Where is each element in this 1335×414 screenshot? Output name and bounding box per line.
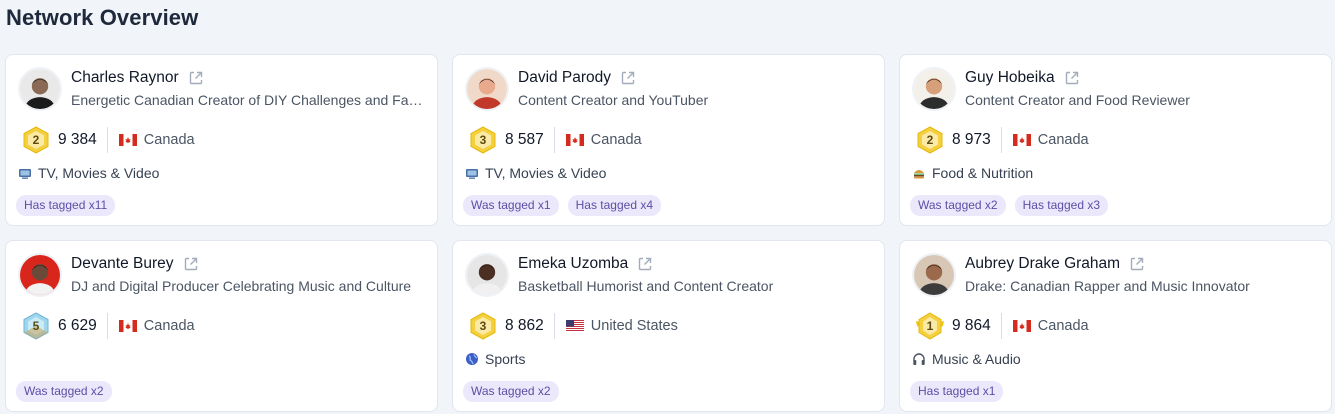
canada-flag: [1012, 320, 1031, 332]
creator-name[interactable]: Charles Raynor: [71, 69, 179, 87]
tag-badge: Has tagged x11: [16, 195, 116, 216]
country-label: Canada: [143, 318, 195, 334]
creator-description: Content Creator and Food Reviewer: [965, 92, 1190, 108]
score-value: 6 629: [58, 313, 108, 339]
tag-list: Was tagged x2: [16, 381, 112, 402]
tag-badge: Was tagged x2: [463, 381, 559, 402]
burger-icon: [912, 166, 926, 180]
page-title: Network Overview: [6, 5, 199, 30]
canada-flag: [1012, 134, 1031, 146]
creator-card[interactable]: David Parody Content Creator and YouTube…: [452, 54, 885, 226]
creator-card[interactable]: Emeka Uzomba Basketball Humorist and Con…: [452, 240, 885, 412]
tag-list: Was tagged x2 Has tagged x3: [910, 195, 1108, 216]
creator-description: Content Creator and YouTuber: [518, 92, 709, 108]
headphones-icon: [912, 352, 926, 366]
creator-name[interactable]: Emeka Uzomba: [518, 255, 628, 273]
gold-hexagon-badge: 3: [467, 125, 499, 155]
score-value: 9 864: [952, 313, 1002, 339]
creator-card[interactable]: Devante Burey DJ and Digital Producer Ce…: [5, 240, 438, 412]
tag-list: Was tagged x2: [463, 381, 559, 402]
gold-hexagon-badge: 2: [914, 125, 946, 155]
stats-row: 2 9 384 Canada: [20, 125, 195, 155]
avatar[interactable]: [465, 253, 509, 297]
country-label: Canada: [590, 132, 642, 148]
stats-row: 5 6 629 Canada: [20, 311, 195, 341]
country-label: United States: [590, 318, 678, 334]
creator-description: DJ and Digital Producer Celebrating Musi…: [71, 278, 412, 294]
us-flag: [565, 320, 584, 332]
gold-hexagon-badge: 2: [20, 125, 52, 155]
avatar[interactable]: [18, 253, 62, 297]
avatar[interactable]: [18, 67, 62, 111]
winged-gold-badge: 1: [914, 311, 946, 341]
score-value: 8 973: [952, 127, 1002, 153]
stats-row: 2 8 973 Canada: [914, 125, 1089, 155]
stats-row: 3 8 862 United States: [467, 311, 678, 341]
tag-badge: Has tagged x1: [910, 381, 1004, 402]
creator-card[interactable]: Guy Hobeika Content Creator and Food Rev…: [899, 54, 1332, 226]
category: TV, Movies & Video: [18, 165, 159, 181]
category-label: Sports: [485, 351, 526, 367]
tag-badge: Has tagged x3: [1014, 195, 1108, 216]
score-value: 8 587: [505, 127, 555, 153]
creator-name[interactable]: Aubrey Drake Graham: [965, 255, 1120, 273]
tag-list: Was tagged x1 Has tagged x4: [463, 195, 661, 216]
gold-hexagon-badge: 3: [467, 311, 499, 341]
globe-icon: [465, 352, 479, 366]
diamond-hexagon-badge: 5: [20, 311, 52, 341]
category: Food & Nutrition: [912, 165, 1033, 181]
tag-badge: Was tagged x2: [16, 381, 112, 402]
tag-badge: Has tagged x4: [567, 195, 661, 216]
external-link-icon[interactable]: [183, 256, 199, 272]
creator-description: Energetic Canadian Creator of DIY Challe…: [71, 92, 431, 108]
external-link-icon[interactable]: [1064, 70, 1080, 86]
country-label: Canada: [1037, 318, 1089, 334]
external-link-icon[interactable]: [188, 70, 204, 86]
category-label: Music & Audio: [932, 351, 1021, 367]
rank-number: 2: [32, 133, 40, 147]
category: TV, Movies & Video: [465, 165, 606, 181]
country-label: Canada: [1037, 132, 1089, 148]
category: Sports: [465, 351, 525, 367]
external-link-icon[interactable]: [637, 256, 653, 272]
creator-name[interactable]: Guy Hobeika: [965, 69, 1055, 87]
score-value: 9 384: [58, 127, 108, 153]
creator-name[interactable]: David Parody: [518, 69, 611, 87]
category-label: Food & Nutrition: [932, 165, 1034, 181]
external-link-icon[interactable]: [620, 70, 636, 86]
category-label: TV, Movies & Video: [485, 165, 607, 181]
avatar[interactable]: [912, 253, 956, 297]
canada-flag: [118, 134, 137, 146]
canada-flag: [118, 320, 137, 332]
canada-flag: [565, 134, 584, 146]
creator-name[interactable]: Devante Burey: [71, 255, 174, 273]
rank-number: 1: [926, 319, 934, 333]
avatar[interactable]: [465, 67, 509, 111]
rank-number: 2: [926, 133, 934, 147]
creator-description: Basketball Humorist and Content Creator: [518, 278, 774, 294]
rank-number: 3: [479, 133, 487, 147]
category-label: TV, Movies & Video: [38, 165, 160, 181]
country-label: Canada: [143, 132, 195, 148]
rank-number: 5: [32, 319, 40, 333]
tv-icon: [18, 166, 32, 180]
stats-row: 1 9 864 Canada: [914, 311, 1089, 341]
category: Music & Audio: [912, 351, 1021, 367]
tag-list: Has tagged x11: [16, 195, 116, 216]
creator-card[interactable]: Charles Raynor Energetic Canadian Creato…: [5, 54, 438, 226]
external-link-icon[interactable]: [1129, 256, 1145, 272]
tag-list: Has tagged x1: [910, 381, 1004, 402]
rank-number: 3: [479, 319, 487, 333]
creator-card[interactable]: Aubrey Drake Graham Drake: Canadian Rapp…: [899, 240, 1332, 412]
tag-badge: Was tagged x2: [910, 195, 1006, 216]
creator-grid: Charles Raynor Energetic Canadian Creato…: [5, 54, 1333, 412]
creator-description: Drake: Canadian Rapper and Music Innovat…: [965, 278, 1250, 294]
score-value: 8 862: [505, 313, 555, 339]
tv-icon: [465, 166, 479, 180]
avatar[interactable]: [912, 67, 956, 111]
stats-row: 3 8 587 Canada: [467, 125, 642, 155]
tag-badge: Was tagged x1: [463, 195, 559, 216]
